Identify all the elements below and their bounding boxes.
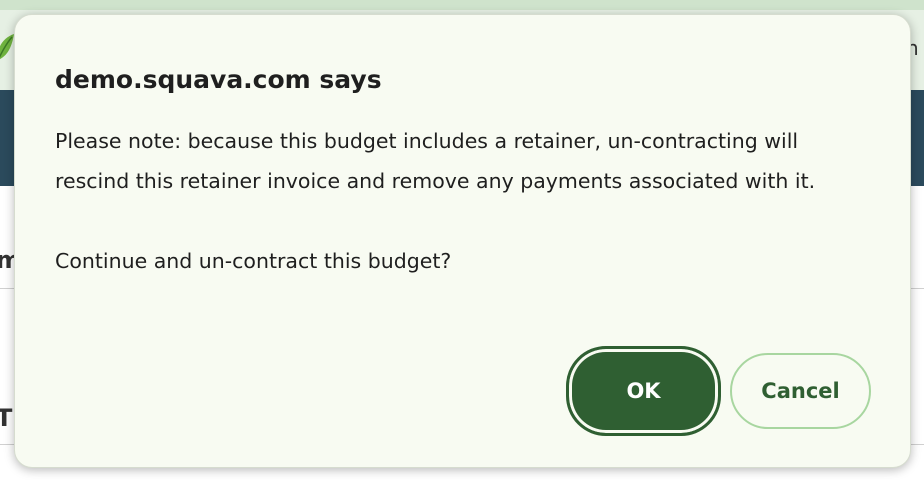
confirm-dialog: demo.squava.com says Please note: becaus… (14, 14, 911, 468)
dialog-title: demo.squava.com says (55, 65, 382, 94)
dialog-message-question: Continue and un-contract this budget? (55, 249, 452, 273)
cancel-button[interactable]: Cancel (730, 353, 871, 429)
dialog-message-warning: Please note: because this budget include… (55, 129, 816, 193)
ok-button[interactable]: OK (566, 346, 721, 436)
dialog-message: Please note: because this budget include… (55, 121, 870, 281)
